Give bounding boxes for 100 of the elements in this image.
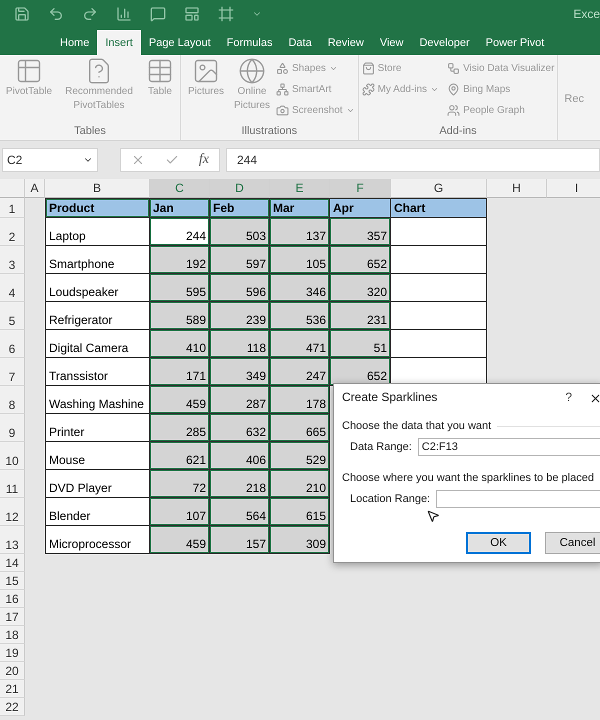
row-header[interactable]: 22: [0, 698, 25, 716]
table-cell: 192: [150, 246, 210, 274]
column-header[interactable]: H: [487, 179, 547, 198]
table-cell: 652: [330, 358, 391, 386]
table-cell: Digital Camera: [45, 330, 150, 358]
header-cell: Mar: [270, 198, 330, 218]
row-header[interactable]: 4: [0, 274, 25, 302]
table-cell: 231: [330, 302, 391, 330]
section-label: Choose where you want the sparklines to be placed: [342, 472, 594, 484]
row-header[interactable]: 10: [0, 442, 25, 470]
field-label: Location Range:: [350, 493, 430, 505]
table-cell: 621: [150, 442, 210, 470]
table-cell: 459: [150, 386, 210, 414]
table-cell: 589: [150, 302, 210, 330]
table-cell: Loudspeaker: [45, 274, 150, 302]
redo-icon[interactable]: [82, 6, 98, 22]
group-label: Illustrations: [240, 125, 298, 139]
row-header[interactable]: 16: [0, 590, 25, 608]
map-pin-icon: [447, 82, 460, 96]
row-header[interactable]: 12: [0, 498, 25, 526]
comment-icon[interactable]: [150, 6, 166, 22]
frame-icon[interactable]: [218, 6, 234, 22]
ribbon-tab[interactable]: Review: [320, 30, 372, 55]
row-header[interactable]: 2: [0, 218, 25, 246]
row-header[interactable]: 14: [0, 554, 25, 572]
table-cell: 595: [150, 274, 210, 302]
table-cell: 346: [270, 274, 330, 302]
undo-icon[interactable]: [48, 6, 64, 22]
table-cell: 471: [270, 330, 330, 358]
section-label: Choose the data that you want: [342, 420, 492, 432]
header-cell: Chart: [391, 198, 487, 218]
row-header[interactable]: 15: [0, 572, 25, 590]
help-button[interactable]: ?: [565, 390, 572, 404]
column-header[interactable]: I: [547, 179, 600, 198]
column-header[interactable]: E: [270, 179, 330, 198]
save-icon[interactable]: [14, 6, 30, 22]
column-header[interactable]: G: [391, 179, 487, 198]
table-cell: 536: [270, 302, 330, 330]
table-cell: 632: [210, 414, 270, 442]
table-cell: 178: [270, 386, 330, 414]
cancel-button[interactable]: Cancel: [545, 532, 600, 554]
table-cell: 218: [210, 470, 270, 498]
ribbon-tab[interactable]: Developer: [411, 30, 478, 55]
table-cell: 665: [270, 414, 330, 442]
store-icon: [362, 62, 375, 74]
ribbon-tab[interactable]: View: [372, 30, 412, 55]
row-header[interactable]: 7: [0, 358, 25, 386]
close-icon[interactable]: [589, 392, 600, 405]
row-header[interactable]: 17: [0, 608, 25, 626]
insert-function-button[interactable]: fx: [198, 152, 209, 168]
row-header[interactable]: 1: [0, 198, 25, 218]
table-cell: Mouse: [45, 442, 150, 470]
mouse-pointer-icon: [426, 509, 440, 523]
row-header[interactable]: 8: [0, 386, 25, 414]
table-cell: 615: [270, 498, 330, 526]
row-header[interactable]: 11: [0, 470, 25, 498]
column-header[interactable]: A: [25, 179, 45, 198]
table-cell: 171: [150, 358, 210, 386]
row-header[interactable]: 18: [0, 626, 25, 644]
data-range-field[interactable]: C2:F13: [418, 438, 600, 456]
column-header[interactable]: D: [210, 179, 270, 198]
row-header[interactable]: 20: [0, 662, 25, 680]
header-cell: Product: [45, 198, 150, 218]
formula-input[interactable]: 244: [226, 148, 600, 172]
column-header[interactable]: F: [330, 179, 391, 198]
shapes-icon: [276, 62, 289, 74]
row-header[interactable]: 21: [0, 680, 25, 698]
ribbon-tab[interactable]: Data: [280, 30, 320, 55]
table-cell: 210: [270, 470, 330, 498]
ribbon-tab[interactable]: Insert: [97, 30, 141, 55]
ok-button[interactable]: OK: [466, 532, 531, 554]
ribbon-tab[interactable]: Home: [52, 30, 98, 55]
ribbon-tab[interactable]: Page Layout: [140, 30, 219, 55]
name-box[interactable]: C2: [2, 148, 98, 172]
column-header[interactable]: B: [45, 179, 150, 198]
chart-icon[interactable]: [116, 6, 132, 22]
table-cell: 105: [270, 246, 330, 274]
ribbon-tab[interactable]: Formulas: [218, 30, 280, 55]
row-header[interactable]: 13: [0, 526, 25, 554]
table-cell: Smartphone: [45, 246, 150, 274]
row-header[interactable]: 3: [0, 246, 25, 274]
row-header[interactable]: 19: [0, 644, 25, 662]
ribbon-button-label: Rec: [563, 92, 584, 107]
row-header[interactable]: 9: [0, 414, 25, 442]
globe-icon: [238, 57, 266, 85]
table-cell: Washing Mashine: [45, 386, 150, 414]
table-cell: Transsistor: [45, 358, 150, 386]
column-header[interactable]: C: [150, 179, 210, 198]
active-cell[interactable]: 244: [150, 218, 210, 246]
table-cell: Refrigerator: [45, 302, 150, 330]
row-header[interactable]: 5: [0, 302, 25, 330]
group-label: Add-ins: [438, 125, 478, 139]
diagram-icon: [447, 62, 460, 74]
table-cell: 287: [210, 386, 270, 414]
ribbon-tab[interactable]: Power Pivot: [478, 30, 552, 55]
select-all-corner[interactable]: [0, 179, 25, 198]
table-cell: 309: [270, 526, 330, 554]
form-icon[interactable]: [184, 6, 200, 22]
row-header[interactable]: 6: [0, 330, 25, 358]
location-range-field[interactable]: [436, 490, 600, 508]
